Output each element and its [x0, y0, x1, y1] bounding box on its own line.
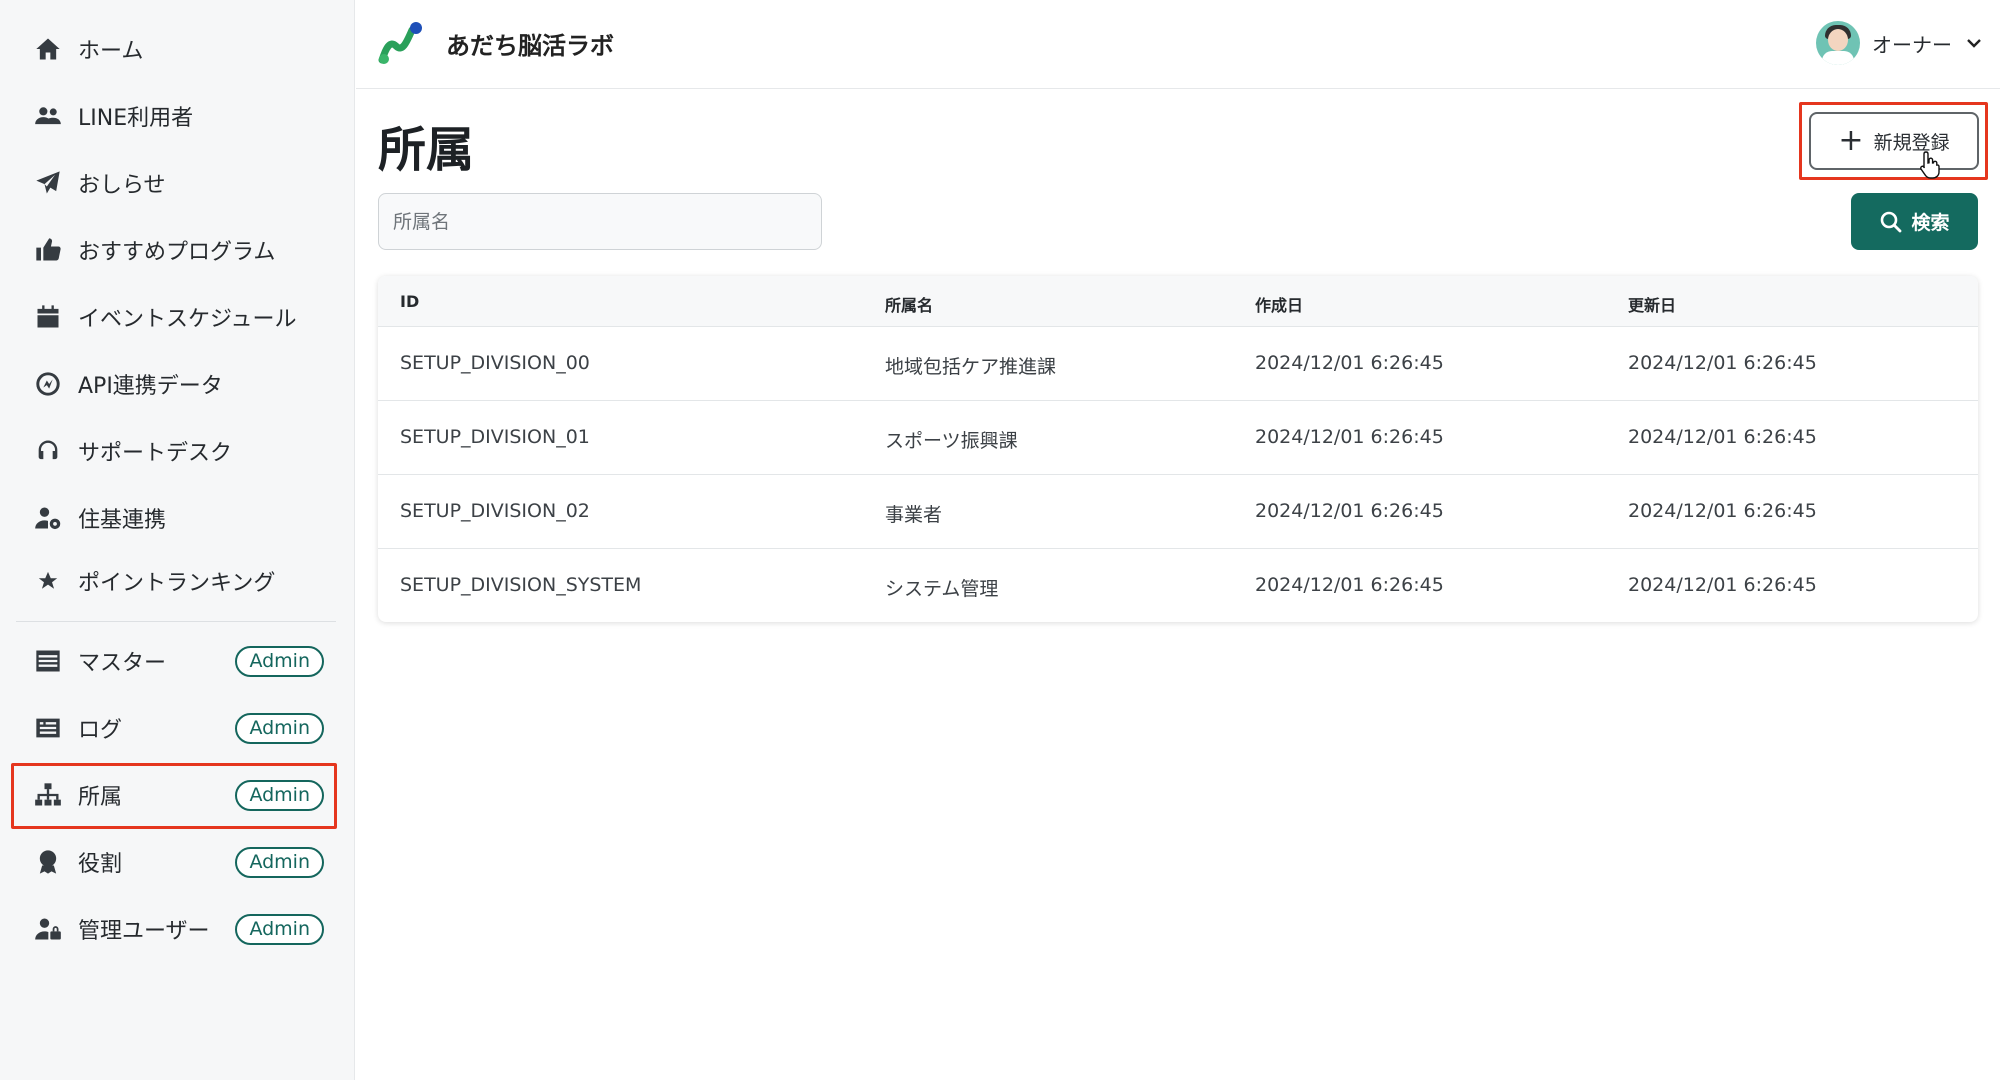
cell-id: SETUP_DIVISION_00: [400, 352, 590, 374]
sidebar-item-notices[interactable]: おしらせ: [16, 153, 334, 213]
sidebar-item-label: 所属: [78, 785, 123, 810]
division-table: ID 所属名 作成日 更新日 SETUP_DIVISION_00 地域包括ケア推…: [378, 276, 1978, 622]
cell-id: SETUP_DIVISION_SYSTEM: [400, 574, 642, 596]
cell-division-name: スポーツ振興課: [885, 430, 1018, 452]
sidebar-item-label: API連携データ: [78, 374, 223, 399]
users-icon: [24, 86, 72, 146]
sidebar-item-label: LINE利用者: [78, 106, 194, 131]
cell-id: SETUP_DIVISION_01: [400, 426, 590, 448]
brand-name: あだち脳活ラボ: [446, 32, 614, 60]
sidebar-item-label: 管理ユーザー: [78, 919, 210, 944]
sidebar-item-home[interactable]: ホーム: [16, 19, 334, 79]
search-button[interactable]: 検索: [1851, 193, 1978, 250]
cell-created: 2024/12/01 6:26:45: [1255, 574, 1444, 596]
cell-created: 2024/12/01 6:26:45: [1255, 352, 1444, 374]
page-title: 所属: [378, 122, 475, 178]
sidebar-item-label: マスター: [78, 651, 167, 676]
sidebar-item-resident-registry[interactable]: 住基連携: [16, 488, 334, 548]
sidebar-item-programs[interactable]: おすすめプログラム: [16, 220, 334, 280]
paper-plane-icon: [24, 153, 72, 213]
award-icon: [24, 832, 72, 892]
star-icon: [24, 551, 72, 611]
sidebar-item-label: イベントスケジュール: [78, 307, 297, 332]
user-name: オーナー: [1872, 32, 1952, 57]
list-icon: [24, 631, 72, 691]
sidebar: ホーム LINE利用者 おしらせ おすすめプログラム イベントスケジュール AP…: [0, 0, 355, 1080]
sidebar-item-log[interactable]: ログ Admin: [16, 698, 334, 758]
division-name-search-input[interactable]: [378, 193, 822, 250]
headset-icon: [24, 421, 72, 481]
column-header-created[interactable]: 作成日: [1255, 292, 1303, 316]
search-button-label: 検索: [1911, 212, 1950, 234]
user-menu[interactable]: オーナー: [1816, 20, 1982, 66]
sidebar-item-division[interactable]: 所属 Admin: [16, 765, 334, 825]
sidebar-item-point-ranking[interactable]: ポイントランキング: [16, 551, 334, 611]
cell-created: 2024/12/01 6:26:45: [1255, 500, 1444, 522]
column-header-updated[interactable]: 更新日: [1628, 292, 1676, 316]
calendar-icon: [24, 287, 72, 347]
table-row[interactable]: SETUP_DIVISION_02 事業者 2024/12/01 6:26:45…: [378, 474, 1978, 548]
top-header: あだち脳活ラボ オーナー: [356, 0, 2000, 89]
cell-updated: 2024/12/01 6:26:45: [1628, 426, 1817, 448]
admin-badge: Admin: [235, 713, 324, 744]
table-row[interactable]: SETUP_DIVISION_00 地域包括ケア推進課 2024/12/01 6…: [378, 326, 1978, 400]
sidebar-item-label: ログ: [78, 718, 123, 743]
sidebar-item-label: サポートデスク: [78, 441, 233, 466]
sidebar-item-label: おすすめプログラム: [78, 240, 276, 265]
sidebar-item-line-users[interactable]: LINE利用者: [16, 86, 334, 146]
admin-badge: Admin: [235, 780, 324, 811]
sidebar-item-label: ホーム: [78, 39, 144, 64]
chevron-down-icon: [1967, 39, 1981, 48]
sidebar-item-role[interactable]: 役割 Admin: [16, 832, 334, 892]
cell-updated: 2024/12/01 6:26:45: [1628, 574, 1817, 596]
sidebar-item-api-data[interactable]: API連携データ: [16, 354, 334, 414]
sidebar-item-label: 住基連携: [78, 508, 167, 533]
avatar: [1816, 21, 1860, 65]
log-icon: [24, 698, 72, 758]
cell-division-name: 地域包括ケア推進課: [885, 356, 1057, 378]
column-header-division-name[interactable]: 所属名: [885, 292, 933, 316]
user-lock-icon: [24, 899, 72, 959]
cell-division-name: 事業者: [885, 504, 943, 526]
sidebar-item-master[interactable]: マスター Admin: [16, 631, 334, 691]
hand-cursor-icon: [1920, 151, 1940, 179]
sidebar-divider: [16, 621, 336, 622]
home-icon: [24, 19, 72, 79]
search-icon: [1881, 211, 1902, 232]
cell-updated: 2024/12/01 6:26:45: [1628, 352, 1817, 374]
cell-id: SETUP_DIVISION_02: [400, 500, 590, 522]
thumbs-up-icon: [24, 220, 72, 280]
cell-created: 2024/12/01 6:26:45: [1255, 426, 1444, 448]
admin-badge: Admin: [235, 646, 324, 677]
sidebar-item-admin-users[interactable]: 管理ユーザー Admin: [16, 899, 334, 959]
sidebar-item-support[interactable]: サポートデスク: [16, 421, 334, 481]
sidebar-item-events[interactable]: イベントスケジュール: [16, 287, 334, 347]
sitemap-icon: [24, 765, 72, 825]
admin-badge: Admin: [235, 914, 324, 945]
sidebar-item-label: おしらせ: [78, 173, 166, 198]
logo-icon: [378, 22, 422, 64]
new-registration-button[interactable]: + 新規登録: [1809, 112, 1979, 170]
api-icon: [24, 354, 72, 414]
cell-division-name: システム管理: [885, 578, 999, 600]
user-gear-icon: [24, 488, 72, 548]
table-row[interactable]: SETUP_DIVISION_SYSTEM システム管理 2024/12/01 …: [378, 548, 1978, 622]
sidebar-item-label: ポイントランキング: [78, 571, 276, 596]
plus-icon: +: [1838, 123, 1864, 158]
table-header: ID 所属名 作成日 更新日: [378, 276, 1978, 326]
admin-badge: Admin: [235, 847, 324, 878]
column-header-id[interactable]: ID: [400, 292, 419, 311]
sidebar-item-label: 役割: [78, 852, 123, 877]
table-row[interactable]: SETUP_DIVISION_01 スポーツ振興課 2024/12/01 6:2…: [378, 400, 1978, 474]
cell-updated: 2024/12/01 6:26:45: [1628, 500, 1817, 522]
